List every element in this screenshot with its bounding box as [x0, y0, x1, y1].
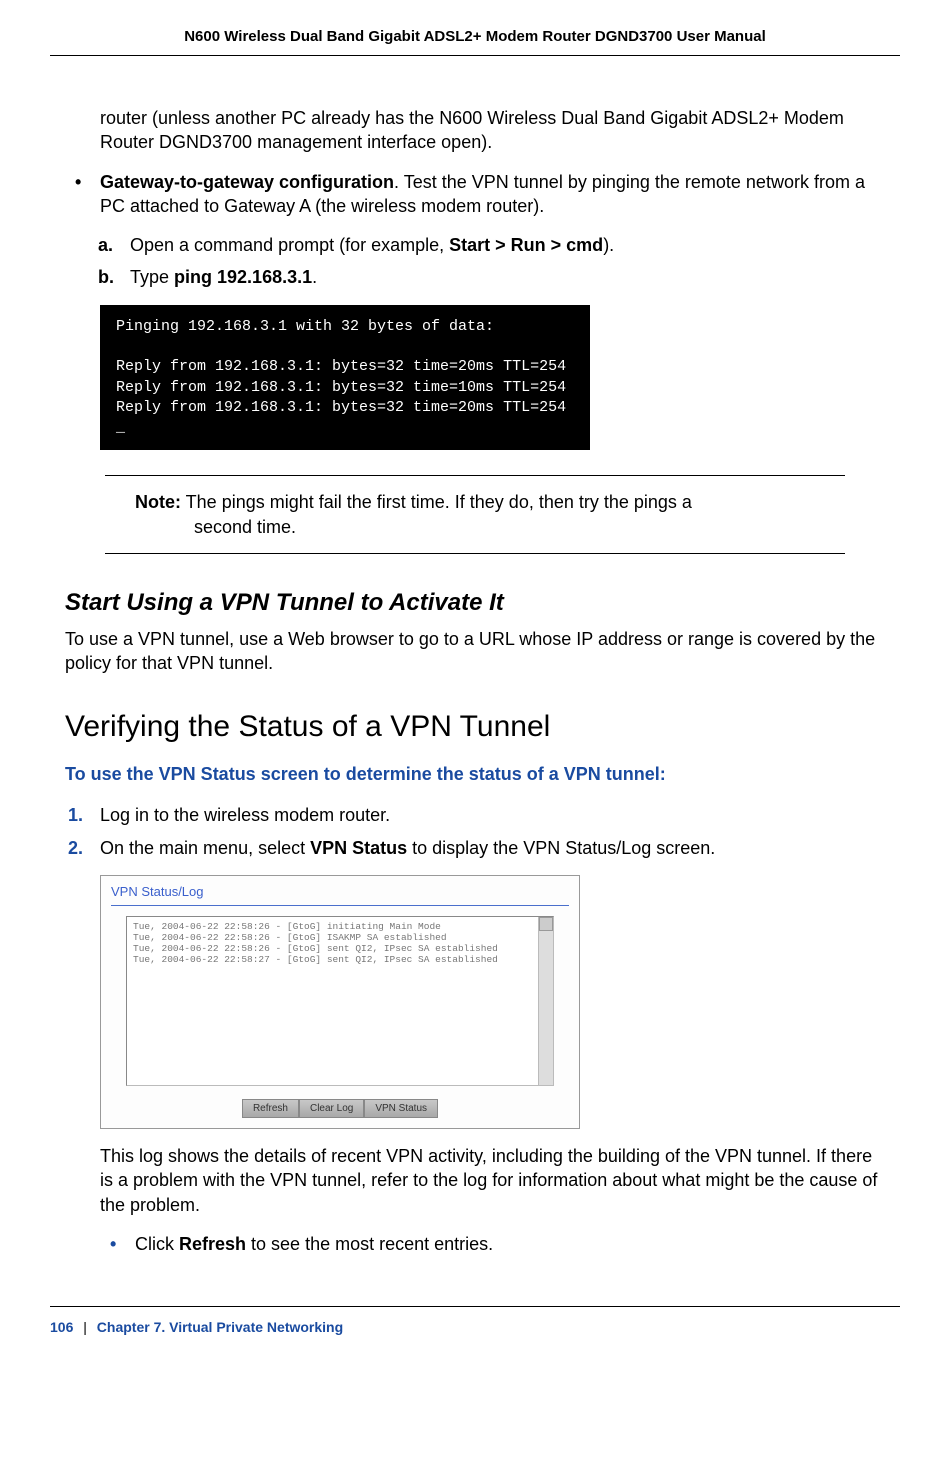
bullet-gateway-config: • Gateway-to-gateway configuration. Test…	[100, 170, 885, 219]
sub-bullet-before: Click	[135, 1234, 179, 1254]
vpn-screenshot-title: VPN Status/Log	[111, 882, 569, 905]
continued-text: router (unless another PC already has th…	[100, 108, 844, 152]
page-header: N600 Wireless Dual Band Gigabit ADSL2+ M…	[50, 0, 900, 56]
footer-separator: |	[83, 1319, 87, 1335]
sub-bullet-after: to see the most recent entries.	[246, 1234, 493, 1254]
step-b-text-before: Type	[130, 267, 174, 287]
vpn-scrollbar[interactable]	[538, 917, 553, 1085]
step-1-text: Log in to the wireless modem router.	[100, 805, 390, 825]
vpn-log-textarea[interactable]: Tue, 2004-06-22 22:58:26 - [GtoG] initia…	[126, 916, 554, 1086]
refresh-button[interactable]: Refresh	[242, 1099, 299, 1118]
step-2-after: to display the VPN Status/Log screen.	[407, 838, 715, 858]
step-a: a. Open a command prompt (for example, S…	[130, 233, 885, 257]
log-description-paragraph: This log shows the details of recent VPN…	[100, 1144, 885, 1217]
subsection-heading-start-vpn: Start Using a VPN Tunnel to Activate It	[65, 589, 885, 617]
vpn-divider	[111, 905, 569, 906]
scroll-up-button[interactable]	[539, 917, 553, 931]
note-line1: The pings might fail the first time. If …	[181, 492, 692, 512]
cmd-output-text: Pinging 192.168.3.1 with 32 bytes of dat…	[116, 318, 566, 436]
refresh-bullet: • Click Refresh to see the most recent e…	[135, 1232, 885, 1256]
step-2-number: 2.	[68, 836, 83, 860]
step-a-marker: a.	[98, 233, 113, 257]
note-label: Note:	[135, 492, 181, 512]
step-a-text-before: Open a command prompt (for example,	[130, 235, 449, 255]
footer-page-number: 106	[50, 1319, 73, 1335]
vpn-buttons-row: RefreshClear LogVPN Status	[111, 1098, 569, 1118]
note-box: Note: The pings might fail the first tim…	[105, 475, 845, 554]
header-title: N600 Wireless Dual Band Gigabit ADSL2+ M…	[184, 28, 766, 45]
step-1-number: 1.	[68, 803, 83, 827]
page-content: router (unless another PC already has th…	[0, 106, 950, 1256]
sub-bullet-bold: Refresh	[179, 1234, 246, 1254]
step-2-bold: VPN Status	[310, 838, 407, 858]
clear-log-button[interactable]: Clear Log	[299, 1099, 364, 1118]
command-prompt-screenshot: Pinging 192.168.3.1 with 32 bytes of dat…	[100, 305, 590, 451]
bullet-marker: •	[75, 170, 81, 194]
step-2: 2. On the main menu, select VPN Status t…	[100, 836, 885, 860]
step-a-bold: Start > Run > cmd	[449, 235, 603, 255]
subsection-para: To use a VPN tunnel, use a Web browser t…	[65, 627, 885, 676]
step-2-before: On the main menu, select	[100, 838, 310, 858]
step-b-marker: b.	[98, 265, 114, 289]
section-heading-verifying: Verifying the Status of a VPN Tunnel	[65, 710, 885, 744]
step-a-text-after: ).	[603, 235, 614, 255]
vpn-status-screenshot: VPN Status/Log Tue, 2004-06-22 22:58:26 …	[100, 875, 580, 1129]
page-footer: 106 | Chapter 7. Virtual Private Network…	[50, 1306, 900, 1335]
bullet-bold-label: Gateway-to-gateway configuration	[100, 172, 394, 192]
vpn-log-content: Tue, 2004-06-22 22:58:26 - [GtoG] initia…	[133, 921, 498, 965]
procedure-intro: To use the VPN Status screen to determin…	[65, 764, 885, 785]
continued-paragraph: router (unless another PC already has th…	[100, 106, 885, 155]
step-b-bold: ping 192.168.3.1	[174, 267, 312, 287]
step-b: b. Type ping 192.168.3.1.	[130, 265, 885, 289]
sub-bullet-marker: •	[110, 1232, 116, 1256]
step-b-text-after: .	[312, 267, 317, 287]
footer-chapter: Chapter 7. Virtual Private Networking	[97, 1319, 343, 1335]
vpn-status-button[interactable]: VPN Status	[364, 1099, 438, 1118]
step-1: 1. Log in to the wireless modem router.	[100, 803, 885, 827]
note-line2: second time.	[115, 515, 835, 539]
